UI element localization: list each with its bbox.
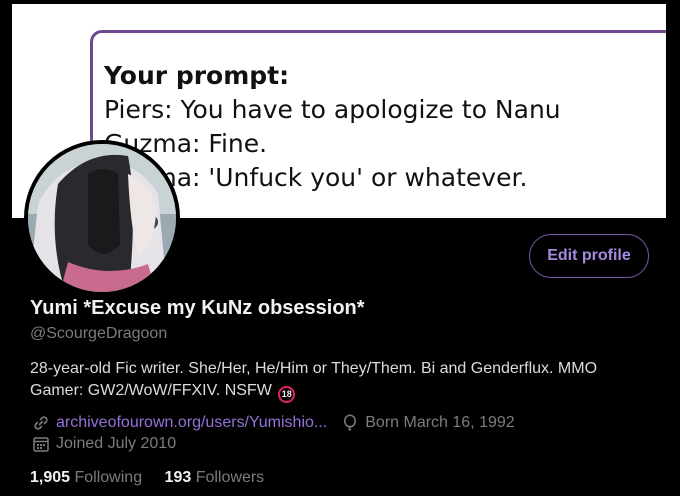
followers-count: 193 xyxy=(164,469,192,486)
user-handle: @ScourgeDragoon xyxy=(30,325,168,342)
nsfw-18-badge: 18 xyxy=(278,385,296,403)
birthday-text: Born March 16, 1992 xyxy=(365,414,515,431)
balloon-icon xyxy=(341,414,359,432)
following-label: Following xyxy=(74,469,143,486)
prompt-line-2: Guzma: Fine. xyxy=(104,129,268,158)
edit-profile-button[interactable]: Edit profile xyxy=(529,234,649,278)
followers-link[interactable]: 193 Followers xyxy=(165,469,265,486)
bio-text: 28-year-old Fic writer. She/Her, He/Him … xyxy=(30,360,598,399)
prompt-line-1: Piers: You have to apologize to Nanu xyxy=(104,95,561,124)
birthday: Born March 16, 1992 xyxy=(341,414,515,432)
link-icon xyxy=(32,414,50,432)
display-name: Yumi *Excuse my KuNz obsession* xyxy=(30,297,365,319)
profile-meta-row: archiveofourown.org/users/Yumishio... Bo… xyxy=(32,414,515,432)
profile-link[interactable]: archiveofourown.org/users/Yumishio... xyxy=(56,414,327,432)
avatar-image xyxy=(28,144,176,292)
following-link[interactable]: 1,905 Following xyxy=(30,469,142,486)
follow-stats: 1,905 Following 193 Followers xyxy=(30,469,282,487)
prompt-text: Your prompt: Piers: You have to apologize… xyxy=(104,59,561,195)
calendar-icon xyxy=(32,435,50,453)
joined-row: Joined July 2010 xyxy=(32,435,176,453)
avatar[interactable] xyxy=(24,140,180,296)
followers-label: Followers xyxy=(195,469,265,486)
prompt-title: Your prompt: xyxy=(104,61,290,90)
joined-text: Joined July 2010 xyxy=(56,435,177,452)
bio: 28-year-old Fic writer. She/Her, He/Him … xyxy=(30,358,640,403)
following-count: 1,905 xyxy=(30,469,71,486)
